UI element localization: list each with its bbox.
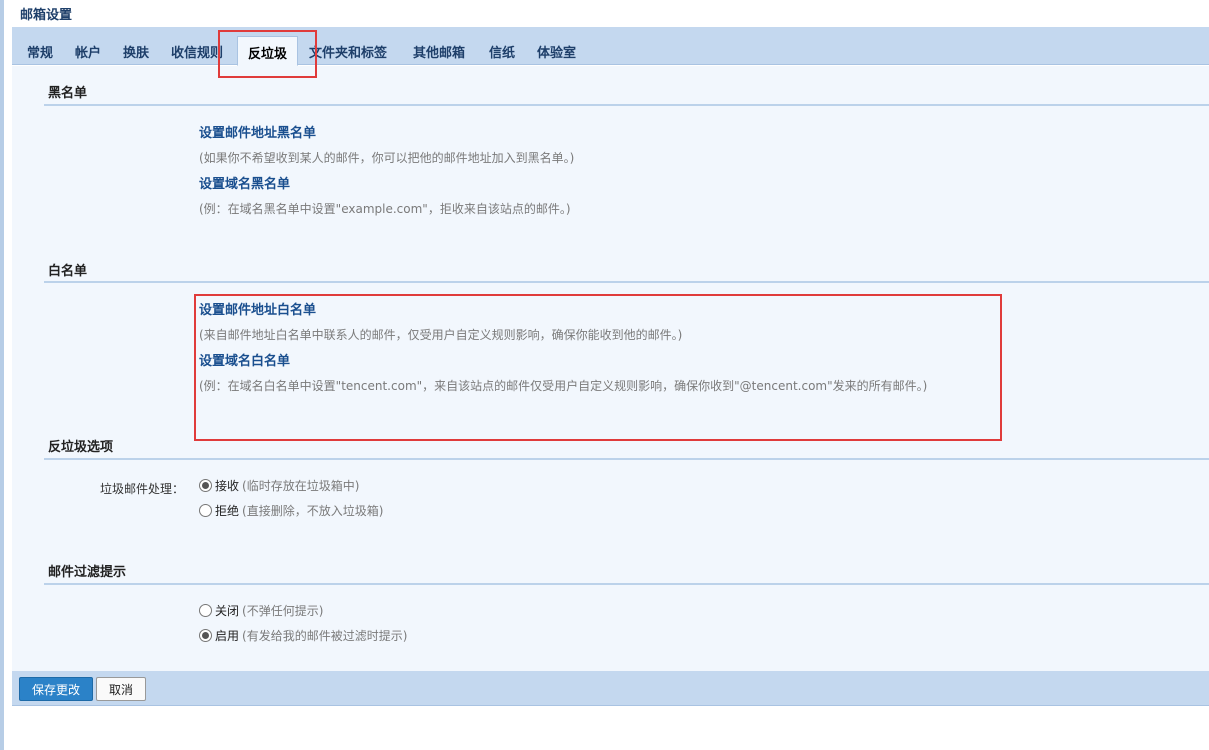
filter-notice-off-hint: (不弹任何提示) — [242, 604, 324, 618]
blacklist-domain-desc: (例：在域名黑名单中设置"example.com"，拒收来自该站点的邮件。) — [199, 202, 571, 216]
filter-notice-off-option[interactable]: 关闭 (不弹任何提示) — [199, 602, 323, 619]
whitelist-domain-desc: (例：在域名白名单中设置"tencent.com"，来自该站点的邮件仅受用户自定… — [199, 379, 928, 393]
spam-accept-hint: (临时存放在垃圾箱中) — [242, 479, 360, 493]
tab-antispam[interactable]: 反垃圾 — [237, 36, 299, 66]
whitelist-address-desc: (来自邮件地址白名单中联系人的邮件，仅受用户自定义规则影响，确保你能收到他的邮件… — [199, 328, 683, 342]
filter-notice-on-hint: (有发给我的邮件被过滤时提示) — [242, 629, 408, 643]
settings-content: 黑名单 设置邮件地址黑名单 (如果你不希望收到某人的邮件，你可以把他的邮件地址加… — [12, 66, 1209, 671]
spam-reject-label[interactable]: 拒绝 — [215, 502, 239, 519]
spam-accept-label[interactable]: 接收 — [215, 477, 239, 494]
whitelist-domain-link[interactable]: 设置域名白名单 — [199, 350, 290, 369]
blacklist-domain-link[interactable]: 设置域名黑名单 — [199, 173, 290, 192]
spam-reject-option[interactable]: 拒绝 (直接删除，不放入垃圾箱) — [199, 502, 383, 519]
filter-notice-on-label[interactable]: 启用 — [215, 627, 239, 644]
action-bar: 保存更改 取消 — [12, 671, 1209, 706]
tab-stationery[interactable]: 信纸 — [489, 42, 515, 61]
spam-handling-label: 垃圾邮件处理： — [100, 482, 185, 496]
spam-accept-option[interactable]: 接收 (临时存放在垃圾箱中) — [199, 477, 359, 494]
blacklist-address-link[interactable]: 设置邮件地址黑名单 — [199, 122, 316, 141]
filter-notice-off-radio[interactable] — [199, 604, 212, 617]
tab-other-mailboxes[interactable]: 其他邮箱 — [413, 42, 465, 61]
tab-folders-labels[interactable]: 文件夹和标签 — [309, 42, 387, 61]
blacklist-divider — [44, 104, 1209, 106]
filter-notice-on-option[interactable]: 启用 (有发给我的邮件被过滤时提示) — [199, 627, 407, 644]
blacklist-address-desc: (如果你不希望收到某人的邮件，你可以把他的邮件地址加入到黑名单。) — [199, 151, 575, 165]
filter-notice-off-label[interactable]: 关闭 — [215, 602, 239, 619]
tab-receive-rules[interactable]: 收信规则 — [171, 42, 223, 61]
antispam-options-title: 反垃圾选项 — [48, 440, 114, 455]
cancel-button[interactable]: 取消 — [96, 677, 146, 701]
tab-lab[interactable]: 体验室 — [537, 42, 576, 61]
filter-notice-title: 邮件过滤提示 — [48, 565, 127, 580]
whitelist-divider — [44, 281, 1209, 283]
spam-accept-radio[interactable] — [199, 479, 212, 492]
save-button[interactable]: 保存更改 — [19, 677, 93, 701]
spam-reject-radio[interactable] — [199, 504, 212, 517]
whitelist-title: 白名单 — [48, 264, 88, 279]
settings-tab-bar: 常规 帐户 换肤 收信规则 反垃圾 文件夹和标签 其他邮箱 信纸 体验室 — [12, 27, 1209, 66]
filter-notice-divider — [44, 583, 1209, 585]
left-edge-border — [0, 0, 4, 750]
blacklist-title: 黑名单 — [48, 86, 88, 101]
antispam-options-divider — [44, 458, 1209, 460]
tab-skin[interactable]: 换肤 — [123, 42, 149, 61]
spam-reject-hint: (直接删除，不放入垃圾箱) — [242, 504, 384, 518]
tab-general[interactable]: 常规 — [27, 42, 53, 61]
filter-notice-on-radio[interactable] — [199, 629, 212, 642]
tab-account[interactable]: 帐户 — [75, 42, 101, 61]
page-title: 邮箱设置 — [20, 8, 73, 23]
whitelist-address-link[interactable]: 设置邮件地址白名单 — [199, 299, 316, 318]
